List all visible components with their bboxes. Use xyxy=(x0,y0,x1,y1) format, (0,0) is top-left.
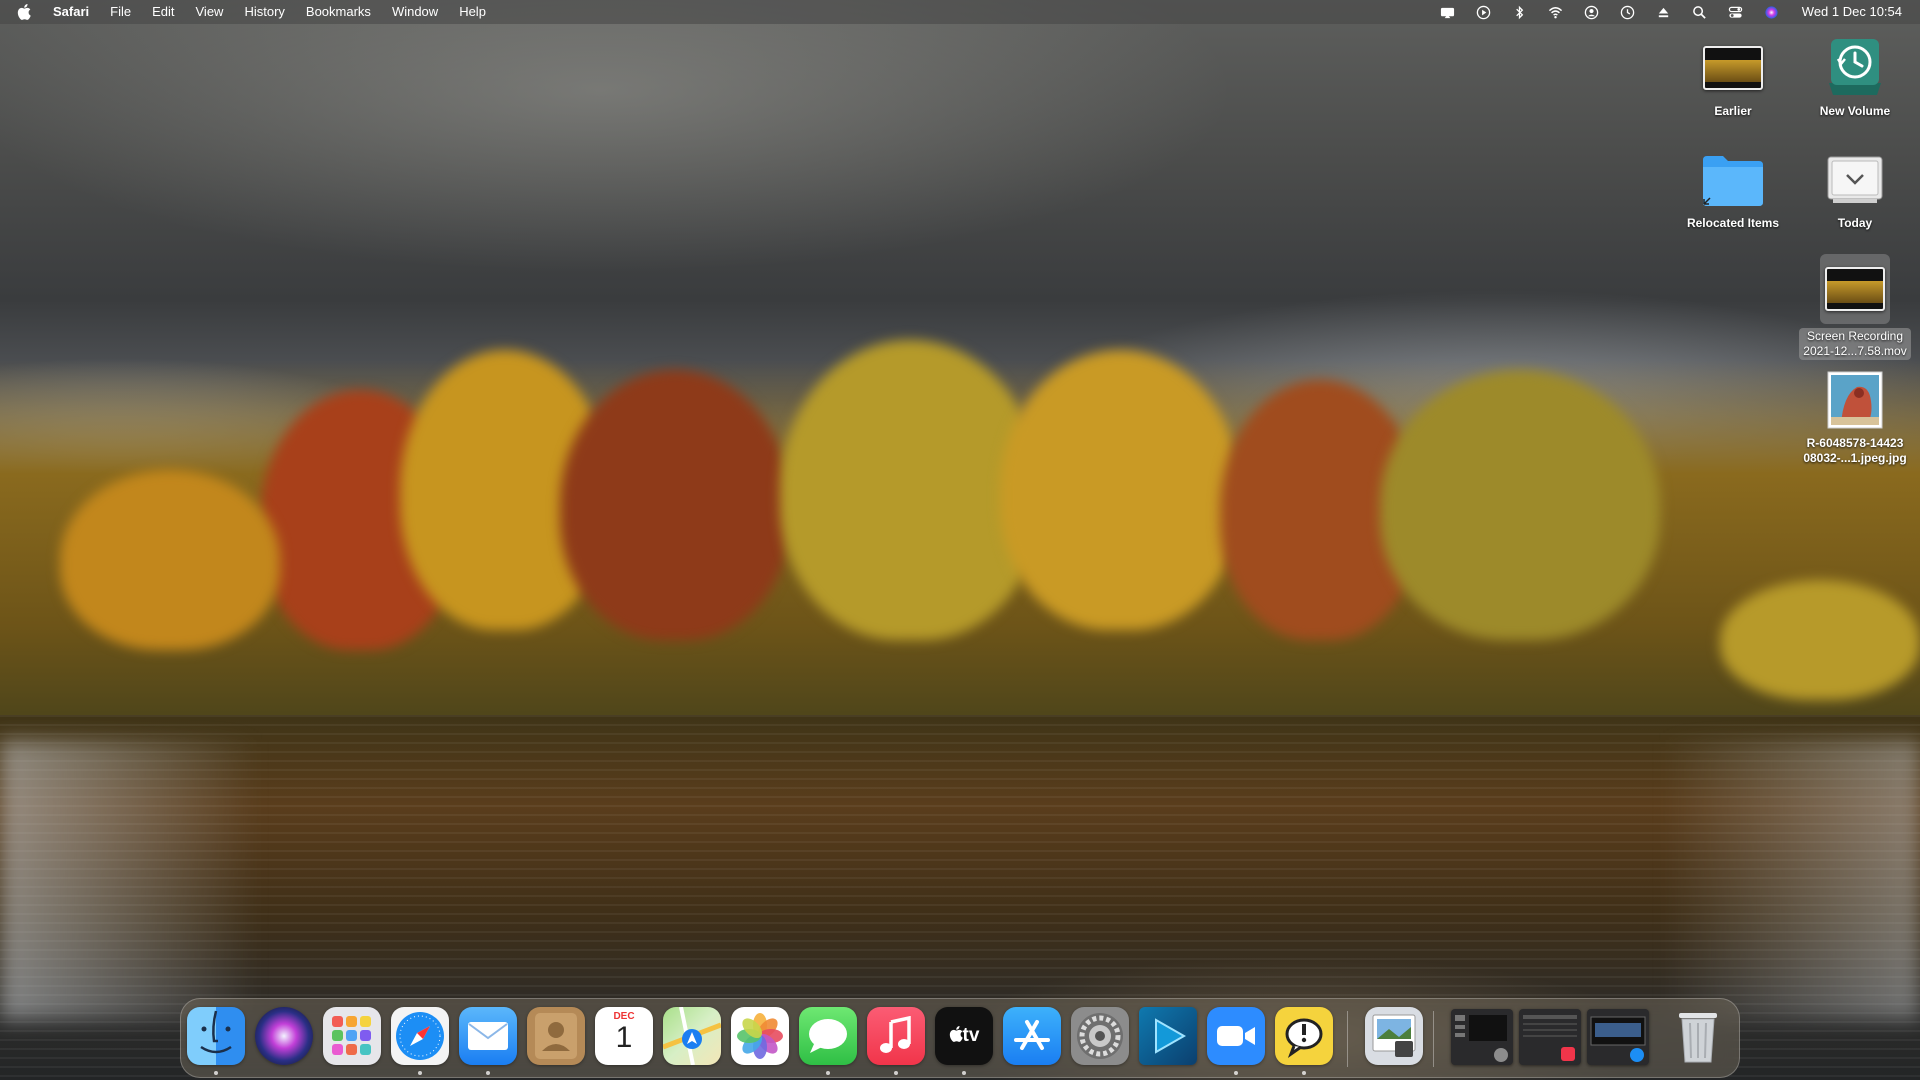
running-indicator xyxy=(962,1071,966,1075)
time-machine-icon[interactable] xyxy=(1620,4,1636,20)
menu-app-safari[interactable]: Safari xyxy=(53,0,89,24)
tv-label: tv xyxy=(949,1025,980,1047)
desktop-icon-label-selected: Screen Recording 2021-12...7.58.mov xyxy=(1799,328,1911,360)
running-indicator xyxy=(418,1071,422,1075)
time-machine-drive-icon xyxy=(1823,36,1887,100)
dock-minimized-window-icon[interactable] xyxy=(1519,1009,1581,1065)
dock-prime-video-icon[interactable] xyxy=(1139,1007,1197,1065)
running-indicator xyxy=(214,1071,218,1075)
dock-mail-icon[interactable] xyxy=(459,1007,517,1065)
calendar-day: 1 xyxy=(615,1021,633,1054)
desktop-icon-today[interactable]: Today xyxy=(1790,148,1920,231)
menu-view[interactable]: View xyxy=(196,0,224,24)
dock-zoom-icon[interactable] xyxy=(1207,1007,1265,1065)
dock-quick-answers-icon[interactable] xyxy=(1275,1007,1333,1065)
running-indicator xyxy=(1234,1071,1238,1075)
desktop-icon-label-line: 2021-12...7.58.mov xyxy=(1803,344,1907,358)
desktop-icon-label: New Volume xyxy=(1819,104,1891,118)
dock-system-preferences-icon[interactable] xyxy=(1071,1007,1129,1065)
video-thumbnail-icon xyxy=(1701,36,1765,100)
wallpaper-tree xyxy=(60,470,280,650)
desktop-icon-label-line: R-6048578-14423 xyxy=(1806,436,1904,450)
video-thumbnail-icon xyxy=(1820,254,1890,324)
wallpaper-tree xyxy=(1380,370,1660,640)
desktop-icon-label-line: Screen Recording xyxy=(1806,329,1904,343)
desktop-icon-relocated-items[interactable]: Relocated Items xyxy=(1668,148,1798,231)
desktop-icon-new-volume[interactable]: New Volume xyxy=(1790,36,1920,119)
menu-bar: Safari File Edit View History Bookmarks … xyxy=(0,0,1920,24)
eject-icon[interactable] xyxy=(1656,4,1672,20)
control-center-icon[interactable] xyxy=(1728,4,1744,20)
disk-image-icon xyxy=(1823,148,1887,212)
spotlight-search-icon[interactable] xyxy=(1692,4,1708,20)
user-circle-icon[interactable] xyxy=(1584,4,1600,20)
desktop-icon-label: Earlier xyxy=(1714,104,1752,118)
running-indicator xyxy=(486,1071,490,1075)
dock-app-store-icon[interactable] xyxy=(1003,1007,1061,1065)
menu-window[interactable]: Window xyxy=(392,0,438,24)
dock-separator xyxy=(1433,1011,1434,1067)
dock-maps-icon[interactable] xyxy=(663,1007,721,1065)
menu-bar-clock[interactable]: Wed 1 Dec 10:54 xyxy=(1802,0,1902,24)
dock-preview-icon[interactable] xyxy=(1365,1007,1423,1065)
image-thumbnail-icon xyxy=(1823,368,1887,432)
menu-history[interactable]: History xyxy=(244,0,284,24)
dock-contacts-icon[interactable] xyxy=(527,1007,585,1065)
menu-edit[interactable]: Edit xyxy=(152,0,174,24)
dock-messages-icon[interactable] xyxy=(799,1007,857,1065)
dock: DEC 1 tv xyxy=(180,998,1740,1078)
desktop-icon-screen-recording[interactable]: Screen Recording 2021-12...7.58.mov xyxy=(1790,254,1920,360)
dock-finder-icon[interactable] xyxy=(187,1007,245,1065)
dock-calendar-icon[interactable]: DEC 1 xyxy=(595,1007,653,1065)
dock-launchpad-icon[interactable] xyxy=(323,1007,381,1065)
wallpaper-tree xyxy=(560,370,790,640)
dock-minimized-window-icon[interactable] xyxy=(1451,1009,1513,1065)
screen-mirroring-icon[interactable] xyxy=(1440,4,1456,20)
wallpaper-tree xyxy=(1720,580,1920,700)
dock-tv-icon[interactable]: tv xyxy=(935,1007,993,1065)
siri-icon[interactable] xyxy=(1764,4,1780,20)
tv-label-text: tv xyxy=(962,1025,980,1046)
dock-trash-icon[interactable] xyxy=(1669,1007,1727,1065)
menu-help[interactable]: Help xyxy=(459,0,486,24)
dock-minimized-window-icon[interactable] xyxy=(1587,1009,1649,1065)
running-indicator xyxy=(826,1071,830,1075)
wallpaper-water-glint xyxy=(0,740,260,1020)
desktop-icon-label: Relocated Items xyxy=(1686,216,1780,230)
running-indicator xyxy=(894,1071,898,1075)
menu-file[interactable]: File xyxy=(110,0,131,24)
desktop-icon-label-line: 08032-...1.jpeg.jpg xyxy=(1803,451,1907,465)
menu-bookmarks[interactable]: Bookmarks xyxy=(306,0,371,24)
apple-menu-icon[interactable] xyxy=(17,4,37,20)
dock-music-icon[interactable] xyxy=(867,1007,925,1065)
bluetooth-icon[interactable] xyxy=(1512,4,1528,20)
wallpaper-tree xyxy=(1000,350,1240,630)
desktop-icon-label: Today xyxy=(1837,216,1873,230)
desktop-icon-label: R-6048578-14423 08032-...1.jpeg.jpg xyxy=(1790,436,1920,466)
desktop-icon-jpeg-image[interactable]: R-6048578-14423 08032-...1.jpeg.jpg xyxy=(1790,368,1920,466)
dock-photos-icon[interactable] xyxy=(731,1007,789,1065)
play-circle-icon[interactable] xyxy=(1476,4,1492,20)
folder-alias-icon xyxy=(1701,148,1765,212)
running-indicator xyxy=(1302,1071,1306,1075)
desktop-wallpaper xyxy=(0,0,1920,1080)
dock-siri-icon[interactable] xyxy=(255,1007,313,1065)
dock-safari-icon[interactable] xyxy=(391,1007,449,1065)
dock-separator xyxy=(1347,1011,1348,1067)
menu-bar-status-area: Wed 1 Dec 10:54 xyxy=(1420,0,1902,24)
wifi-icon[interactable] xyxy=(1548,4,1564,20)
desktop-icon-earlier[interactable]: Earlier xyxy=(1668,36,1798,119)
